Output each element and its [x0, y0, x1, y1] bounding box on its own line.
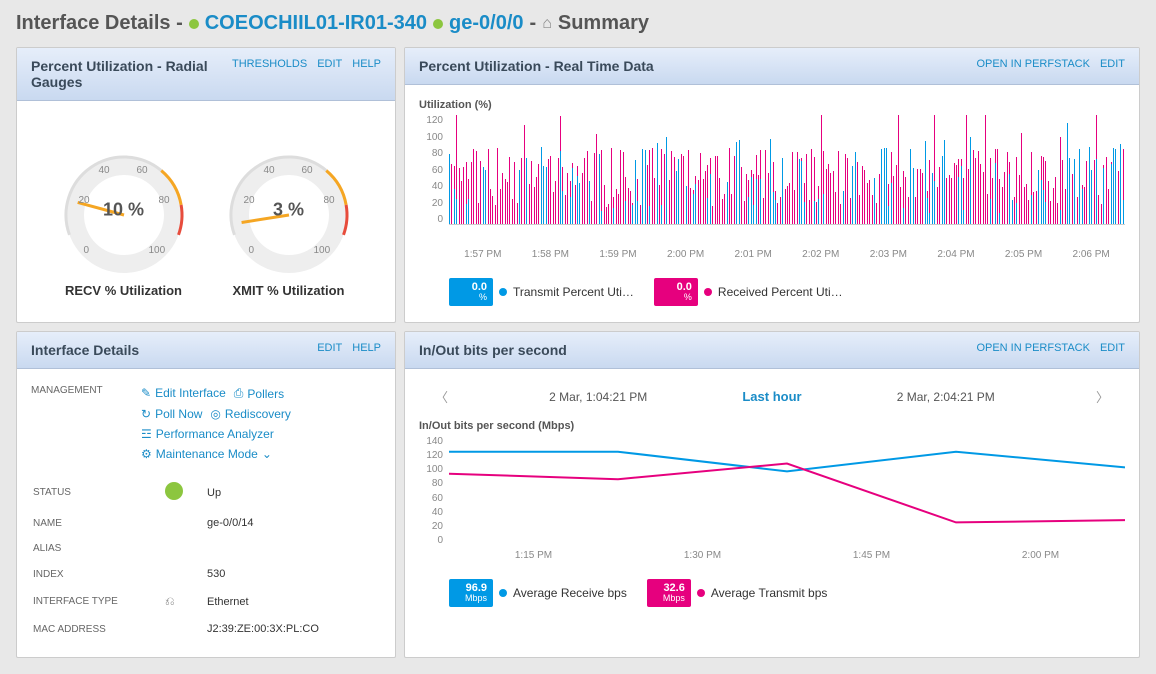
inout-chart[interactable]: [449, 436, 1125, 546]
pink-dot-icon: [704, 288, 712, 296]
management-label: MANAGEMENT: [31, 383, 141, 464]
thresholds-link[interactable]: THRESHOLDS: [232, 58, 307, 70]
legend-item[interactable]: 96.9Mbps Average Receive bps: [449, 579, 627, 607]
help-link[interactable]: HELP: [352, 58, 381, 70]
gauge-value: 3 %: [273, 200, 304, 221]
mgmt-performance-analyzer[interactable]: ☲Performance Analyzer: [141, 427, 274, 441]
home-icon: ⌂: [542, 15, 552, 33]
header-prefix: Interface Details -: [16, 12, 183, 35]
panel-actions: EDIT HELP: [317, 342, 381, 354]
panel-title: Percent Utilization - Real Time Data: [419, 58, 654, 74]
panel-header: In/Out bits per second OPEN IN PERFSTACK…: [405, 332, 1139, 369]
interface-status-dot: [433, 19, 443, 29]
gauge-label: RECV % Utilization: [49, 283, 199, 298]
legend-item[interactable]: 32.6Mbps Average Transmit bps: [647, 579, 828, 607]
mgmt-rediscovery[interactable]: ◎Rediscovery: [210, 407, 291, 421]
range-end: 2 Mar, 2:04:21 PM: [897, 390, 995, 404]
detail-row: STATUS Up: [33, 476, 379, 509]
gauge-0: 020406080100 10 % RECV % Utilization: [49, 145, 199, 298]
detail-row: ALIAS: [33, 537, 379, 560]
realtime-chart[interactable]: [449, 115, 1125, 225]
radial-gauges-panel: Percent Utilization - Radial Gauges THRE…: [16, 47, 396, 323]
panel-title: Percent Utilization - Radial Gauges: [31, 58, 232, 90]
mgmt-icon: ✎: [141, 386, 151, 400]
blue-dot-icon: [499, 589, 507, 597]
edit-link[interactable]: EDIT: [317, 342, 342, 354]
mgmt-maintenance-mode[interactable]: ⚙Maintenance Mode ⌄: [141, 447, 272, 461]
mgmt-icon: ☲: [141, 427, 152, 441]
chart-y-title: In/Out bits per second (Mbps): [419, 420, 1125, 432]
legend-item[interactable]: 0.0% Received Percent Uti…: [654, 278, 843, 306]
panel-header: Interface Details EDIT HELP: [17, 332, 395, 369]
realtime-panel: Percent Utilization - Real Time Data OPE…: [404, 47, 1140, 323]
chart-y-title: Utilization (%): [419, 99, 1125, 111]
device-link[interactable]: COEOCHIIL01-IR01-340: [205, 12, 427, 35]
mgmt-icon: ⚙: [141, 447, 152, 461]
detail-row: NAME ge-0/0/14: [33, 511, 379, 535]
next-range-button[interactable]: 〉: [1090, 387, 1115, 406]
detail-row: INTERFACE TYPE ⎌ Ethernet: [33, 588, 379, 615]
panel-header: Percent Utilization - Real Time Data OPE…: [405, 48, 1139, 85]
panel-header: Percent Utilization - Radial Gauges THRE…: [17, 48, 395, 101]
detail-row: MAC ADDRESS J2:39:ZE:00:3X:PL:CO: [33, 617, 379, 641]
chevron-down-icon: ⌄: [262, 447, 272, 461]
mgmt-edit-interface[interactable]: ✎Edit Interface: [141, 386, 226, 400]
panel-actions: OPEN IN PERFSTACK EDIT: [976, 342, 1125, 354]
interface-details-panel: Interface Details EDIT HELP MANAGEMENT ✎…: [16, 331, 396, 658]
edit-link[interactable]: EDIT: [1100, 342, 1125, 354]
inout-panel: In/Out bits per second OPEN IN PERFSTACK…: [404, 331, 1140, 658]
mgmt-pollers[interactable]: ⎙Pollers: [234, 386, 284, 401]
pink-dot-icon: [697, 589, 705, 597]
mgmt-icon: ◎: [210, 407, 220, 421]
header-dash: -: [530, 12, 537, 35]
prev-range-button[interactable]: 〈: [429, 387, 454, 406]
ethernet-icon: ⎌: [165, 594, 175, 608]
gauge-1: 020406080100 3 % XMIT % Utilization: [214, 145, 364, 298]
panel-title: In/Out bits per second: [419, 342, 567, 358]
mgmt-icon: ↻: [141, 407, 151, 421]
mgmt-poll-now[interactable]: ↻Poll Now: [141, 407, 202, 421]
interface-link[interactable]: ge-0/0/0: [449, 12, 523, 35]
blue-dot-icon: [499, 288, 507, 296]
gauge-value: 10 %: [103, 200, 144, 221]
detail-row: INDEX 530: [33, 562, 379, 586]
legend-item[interactable]: 0.0% Transmit Percent Uti…: [449, 278, 634, 306]
open-perfstack-link[interactable]: OPEN IN PERFSTACK: [976, 342, 1089, 354]
device-status-dot: [189, 19, 199, 29]
edit-link[interactable]: EDIT: [317, 58, 342, 70]
help-link[interactable]: HELP: [352, 342, 381, 354]
mgmt-icon: ⎙: [234, 386, 244, 401]
time-range-bar: 〈 2 Mar, 1:04:21 PM Last hour 2 Mar, 2:0…: [419, 383, 1125, 420]
header-summary: Summary: [558, 12, 649, 35]
open-perfstack-link[interactable]: OPEN IN PERFSTACK: [976, 58, 1089, 70]
panel-actions: THRESHOLDS EDIT HELP: [232, 58, 381, 70]
gauge-label: XMIT % Utilization: [214, 283, 364, 298]
status-up-icon: [165, 482, 183, 500]
range-selector[interactable]: Last hour: [742, 389, 801, 404]
range-start: 2 Mar, 1:04:21 PM: [549, 390, 647, 404]
panel-actions: OPEN IN PERFSTACK EDIT: [976, 58, 1125, 70]
edit-link[interactable]: EDIT: [1100, 58, 1125, 70]
panel-title: Interface Details: [31, 342, 139, 358]
page-header: Interface Details - COEOCHIIL01-IR01-340…: [0, 0, 1156, 47]
